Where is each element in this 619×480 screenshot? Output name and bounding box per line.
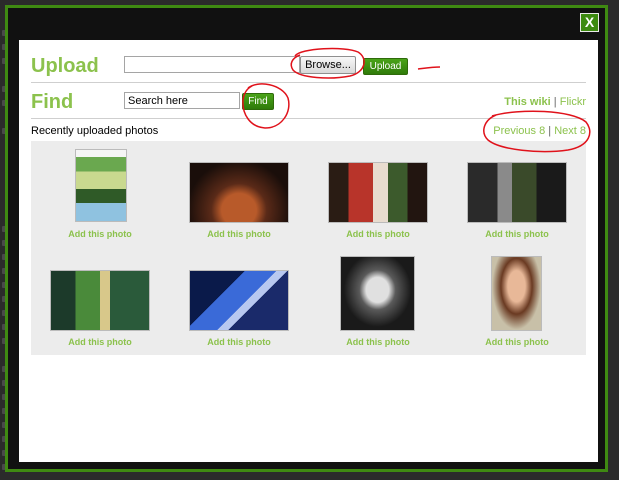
add-photo-link[interactable]: Add this photo (170, 229, 308, 239)
source-this-wiki-link[interactable]: This wiki (504, 96, 550, 108)
add-photo-link[interactable]: Add this photo (448, 337, 586, 347)
photo-cell: Add this photo (31, 248, 169, 355)
upload-heading: Upload (31, 55, 99, 77)
browse-button[interactable]: Browse... (300, 56, 356, 74)
photo-thumbnail[interactable] (491, 256, 542, 331)
photo-grid: Add this photo Add this photo Add this p… (31, 141, 586, 355)
add-photo-dialog: Upload Browse... Upload Find Find This w… (19, 40, 598, 462)
add-photo-link[interactable]: Add this photo (448, 229, 586, 239)
previous-page-link[interactable]: Previous 8 (493, 125, 545, 137)
photo-thumbnail[interactable] (50, 270, 150, 331)
photo-thumbnail[interactable] (189, 270, 289, 331)
add-photo-link[interactable]: Add this photo (31, 229, 169, 239)
find-button[interactable]: Find (242, 93, 274, 110)
source-flickr-link[interactable]: Flickr (560, 96, 586, 108)
photo-cell: Add this photo (31, 141, 169, 248)
next-page-link[interactable]: Next 8 (554, 125, 586, 137)
upload-button[interactable]: Upload (363, 58, 408, 75)
close-button[interactable]: X (580, 13, 599, 32)
photo-thumbnail[interactable] (328, 162, 428, 223)
file-path-field[interactable] (124, 56, 300, 73)
add-photo-link[interactable]: Add this photo (31, 337, 169, 347)
photo-cell: Add this photo (309, 141, 447, 248)
pager-separator: | (548, 125, 552, 137)
photo-thumbnail[interactable] (467, 162, 567, 223)
source-links: This wiki | Flickr (504, 96, 586, 108)
photo-cell: Add this photo (448, 248, 586, 355)
photo-cell: Add this photo (448, 141, 586, 248)
divider (31, 118, 586, 119)
add-photo-link[interactable]: Add this photo (309, 337, 447, 347)
photo-thumbnail[interactable] (75, 149, 127, 222)
search-input[interactable] (124, 92, 240, 109)
photo-cell: Add this photo (170, 141, 308, 248)
find-heading: Find (31, 91, 74, 113)
photo-thumbnail[interactable] (189, 162, 289, 223)
add-photo-link[interactable]: Add this photo (170, 337, 308, 347)
divider (31, 82, 586, 83)
add-photo-link[interactable]: Add this photo (309, 229, 447, 239)
photo-thumbnail[interactable] (340, 256, 415, 331)
photo-cell: Add this photo (170, 248, 308, 355)
recent-photos-title: Recently uploaded photos (31, 125, 159, 137)
pager: Previous 8 | Next 8 (493, 125, 586, 137)
photo-cell: Add this photo (309, 248, 447, 355)
source-separator: | (553, 96, 557, 108)
